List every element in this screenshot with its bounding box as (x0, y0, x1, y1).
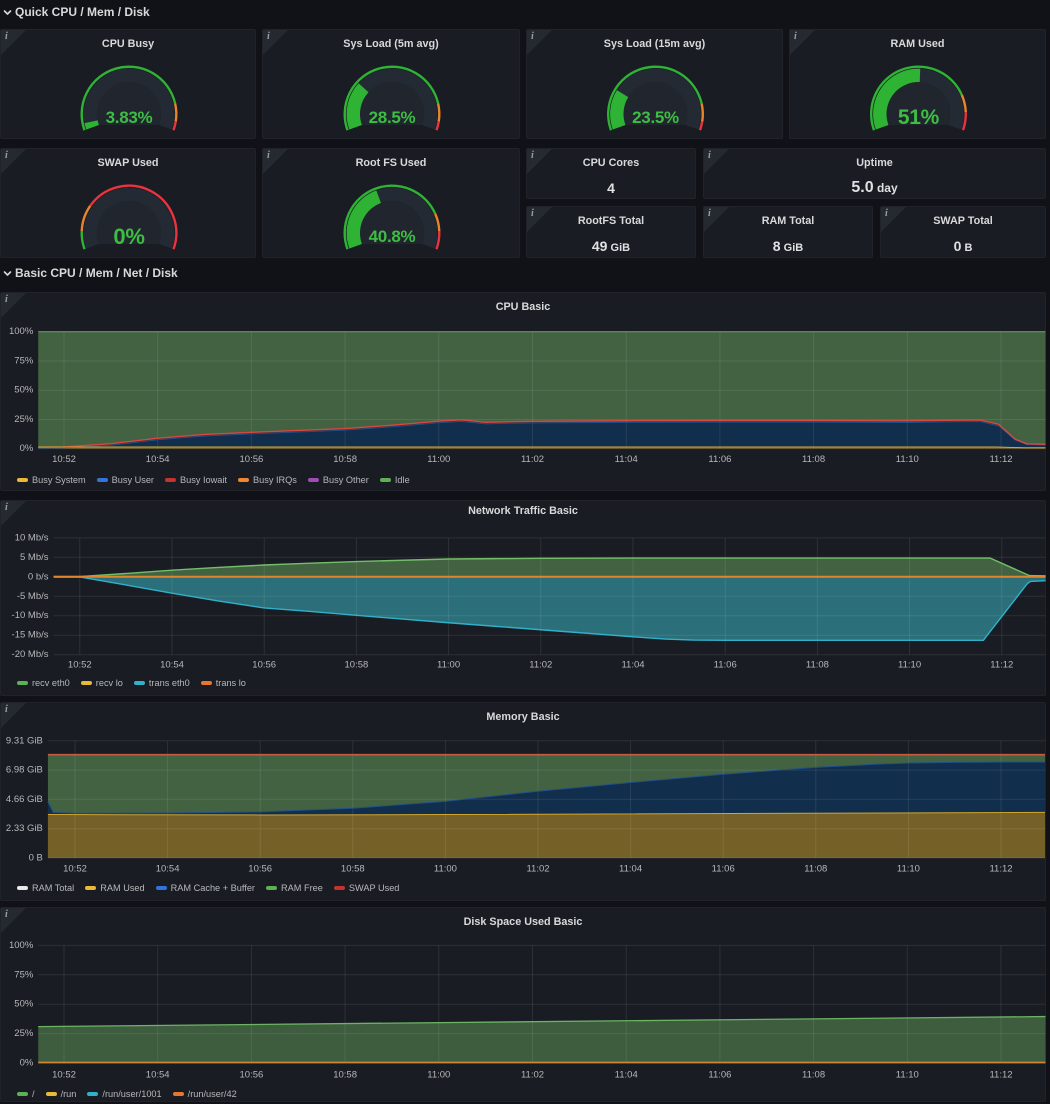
svg-text:11:12: 11:12 (989, 454, 1012, 465)
svg-text:11:08: 11:08 (806, 660, 829, 671)
svg-text:0%: 0% (113, 224, 144, 249)
svg-text:10:56: 10:56 (240, 1070, 264, 1081)
svg-text:3.83%: 3.83% (106, 108, 153, 127)
svg-text:6.98 GiB: 6.98 GiB (6, 765, 43, 776)
svg-text:11:10: 11:10 (896, 454, 919, 465)
svg-text:10:54: 10:54 (156, 864, 180, 875)
svg-text:11:10: 11:10 (896, 1070, 919, 1081)
svg-text:25%: 25% (14, 1028, 34, 1039)
svg-text:10:58: 10:58 (341, 864, 365, 875)
svg-text:2.33 GiB: 2.33 GiB (6, 823, 43, 834)
svg-text:11:06: 11:06 (714, 660, 737, 671)
svg-text:10:56: 10:56 (252, 660, 276, 671)
svg-text:11:08: 11:08 (802, 454, 825, 465)
svg-text:0%: 0% (20, 1058, 34, 1069)
svg-text:50%: 50% (14, 999, 34, 1010)
svg-text:10:54: 10:54 (160, 660, 184, 671)
svg-text:51%: 51% (898, 106, 940, 129)
svg-text:50%: 50% (14, 385, 34, 396)
svg-text:11:00: 11:00 (437, 660, 460, 671)
svg-text:75%: 75% (14, 969, 34, 980)
svg-text:-5 Mb/s: -5 Mb/s (17, 591, 49, 602)
svg-text:10:56: 10:56 (240, 454, 264, 465)
svg-text:11:04: 11:04 (619, 864, 642, 875)
svg-text:11:06: 11:06 (712, 864, 735, 875)
svg-text:75%: 75% (14, 356, 34, 367)
svg-text:11:04: 11:04 (615, 1070, 638, 1081)
svg-text:11:00: 11:00 (427, 1070, 450, 1081)
svg-text:11:08: 11:08 (802, 1070, 825, 1081)
svg-text:11:02: 11:02 (526, 864, 549, 875)
svg-text:0 B: 0 B (29, 853, 43, 864)
svg-text:11:12: 11:12 (989, 1070, 1012, 1081)
svg-text:9.31 GiB: 9.31 GiB (6, 735, 43, 746)
svg-text:11:10: 11:10 (897, 864, 920, 875)
svg-text:4.66 GiB: 4.66 GiB (6, 794, 43, 805)
svg-text:10:52: 10:52 (52, 454, 76, 465)
svg-text:11:10: 11:10 (898, 660, 921, 671)
svg-text:28.5%: 28.5% (369, 108, 416, 127)
svg-text:-10 Mb/s: -10 Mb/s (12, 610, 49, 621)
svg-text:11:12: 11:12 (989, 864, 1012, 875)
svg-text:10 Mb/s: 10 Mb/s (15, 532, 49, 543)
svg-text:100%: 100% (9, 326, 34, 337)
svg-text:11:06: 11:06 (708, 454, 731, 465)
svg-text:100%: 100% (9, 940, 34, 951)
svg-text:11:08: 11:08 (804, 864, 827, 875)
svg-text:-20 Mb/s: -20 Mb/s (12, 649, 49, 660)
svg-text:11:06: 11:06 (708, 1070, 731, 1081)
svg-text:11:02: 11:02 (521, 454, 544, 465)
svg-text:11:00: 11:00 (434, 864, 457, 875)
svg-text:23.5%: 23.5% (632, 108, 679, 127)
svg-text:40.8%: 40.8% (369, 227, 416, 246)
svg-text:11:02: 11:02 (521, 1070, 544, 1081)
svg-text:11:12: 11:12 (990, 660, 1013, 671)
svg-text:-15 Mb/s: -15 Mb/s (12, 630, 49, 641)
svg-text:11:00: 11:00 (427, 454, 450, 465)
svg-text:0%: 0% (20, 443, 34, 454)
svg-text:10:52: 10:52 (52, 1070, 76, 1081)
svg-text:11:04: 11:04 (615, 454, 638, 465)
svg-text:10:58: 10:58 (333, 1070, 357, 1081)
svg-text:0 b/s: 0 b/s (28, 571, 49, 582)
svg-text:10:56: 10:56 (248, 864, 272, 875)
svg-text:11:02: 11:02 (529, 660, 552, 671)
svg-text:11:04: 11:04 (621, 660, 644, 671)
svg-text:10:54: 10:54 (146, 1070, 170, 1081)
svg-text:25%: 25% (14, 414, 34, 425)
svg-text:10:58: 10:58 (333, 454, 357, 465)
svg-text:10:52: 10:52 (63, 864, 87, 875)
svg-text:10:58: 10:58 (345, 660, 369, 671)
svg-text:10:52: 10:52 (68, 660, 92, 671)
svg-text:5 Mb/s: 5 Mb/s (20, 552, 49, 563)
svg-text:10:54: 10:54 (146, 454, 170, 465)
